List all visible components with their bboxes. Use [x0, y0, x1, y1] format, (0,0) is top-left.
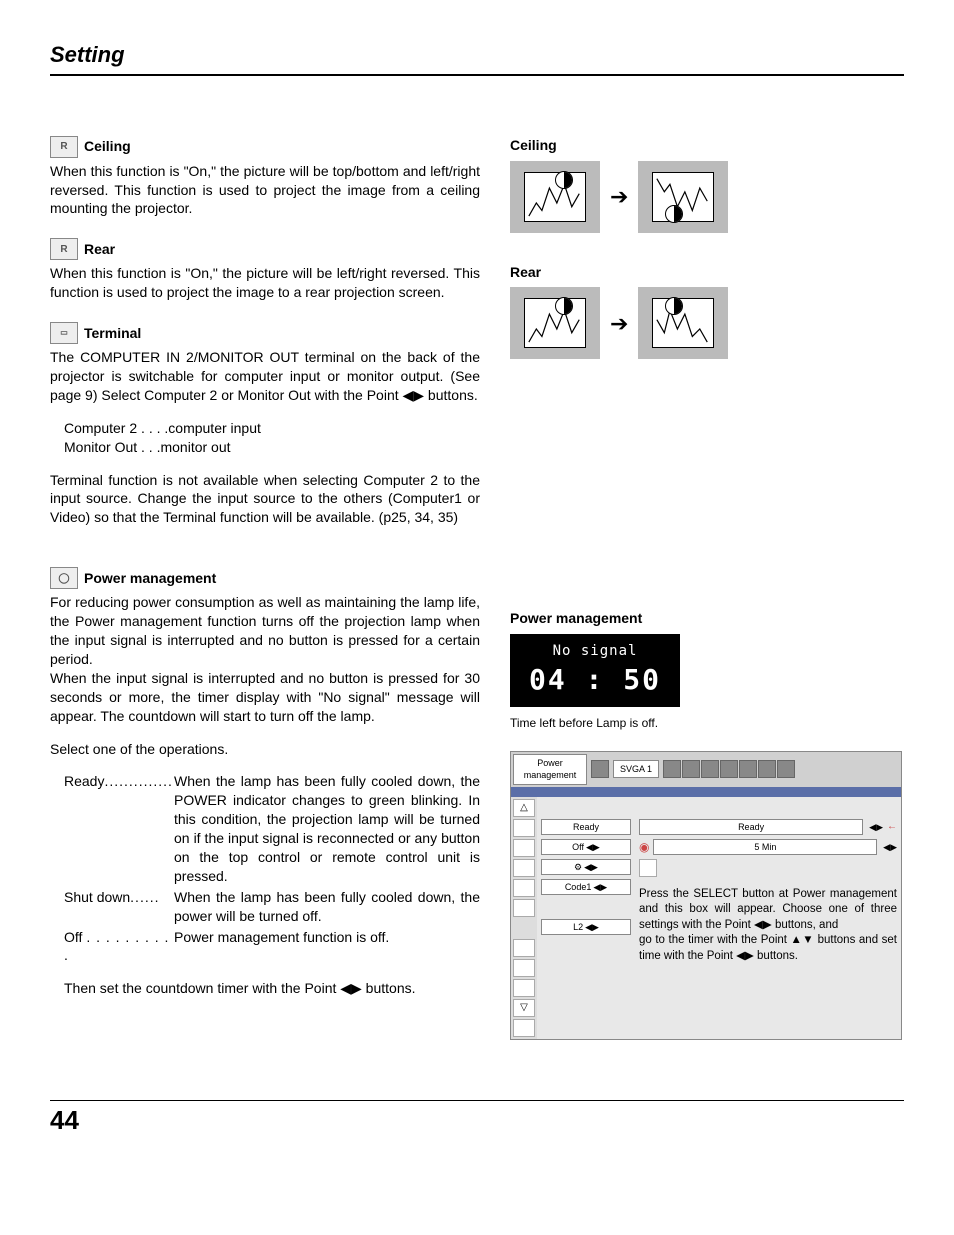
ceiling-diagram-title: Ceiling	[510, 136, 900, 155]
right-column: Ceiling ➔ Rear ➔ Power m	[510, 136, 900, 1040]
ceiling-icon: R	[50, 136, 78, 158]
osd-popup-ready: Ready	[639, 819, 863, 835]
terminal-body-1: The COMPUTER IN 2/MONITOR OUT terminal o…	[50, 348, 480, 405]
rear-section: R Rear When this function is "On," the p…	[50, 238, 480, 302]
page-number: 44	[50, 1100, 904, 1138]
osd-item-ready: Ready	[541, 819, 631, 835]
osd-header-label: Power management	[513, 754, 587, 784]
rear-icon: R	[50, 238, 78, 260]
content-columns: R Ceiling When this function is "On," th…	[50, 136, 904, 1040]
ceiling-diagram: ➔	[510, 161, 900, 233]
osd-item-off: Off◀▶	[541, 839, 631, 855]
no-signal-box: No signal 04 : 50	[510, 634, 680, 707]
osd-mode-label: SVGA 1	[613, 760, 659, 778]
osd-menu: Power management SVGA 1 △ ▽	[510, 751, 902, 1039]
pm-title: Power management	[84, 569, 216, 588]
terminal-title: Terminal	[84, 324, 141, 343]
page-title: Setting	[50, 40, 904, 76]
osd-item-l2: L2◀▶	[541, 919, 631, 935]
terminal-row-monitorout: Monitor Out . . .monitor out	[64, 438, 480, 457]
terminal-body-2: Terminal function is not available when …	[50, 471, 480, 528]
terminal-row-computer2: Computer 2 . . . .computer input	[64, 419, 480, 438]
osd-sidebar: △ ▽	[511, 797, 537, 1039]
rear-diagram-title: Rear	[510, 263, 900, 282]
pm-select: Select one of the operations.	[50, 740, 480, 759]
ceiling-body: When this function is "On," the picture …	[50, 162, 480, 219]
osd-popup-min: 5 Min	[653, 839, 877, 855]
pm-body-1: For reducing power consumption as well a…	[50, 593, 480, 669]
pm-then: Then set the countdown timer with the Po…	[64, 979, 480, 998]
osd-note-1: Press the SELECT button at Power managem…	[639, 888, 897, 931]
osd-header-icon	[591, 760, 609, 778]
bulb-icon: ◯	[50, 567, 78, 589]
rear-title: Rear	[84, 240, 115, 259]
arrow-right-icon: ➔	[610, 182, 628, 212]
ceiling-title: Ceiling	[84, 137, 131, 156]
timer-text: 04 : 50	[510, 661, 680, 699]
arrow-right-icon: ➔	[610, 309, 628, 339]
terminal-section: ▭ Terminal The COMPUTER IN 2/MONITOR OUT…	[50, 322, 480, 527]
pm-off-row: Off . . . . . . . . . . Power management…	[64, 928, 480, 966]
pm-shutdown-row: Shut down...... When the lamp has been f…	[64, 888, 480, 926]
osd-tab-icons	[663, 760, 795, 778]
up-arrow-icon: △	[513, 799, 535, 817]
osd-item-code1: Code1◀▶	[541, 879, 631, 895]
pm-body-2: When the input signal is interrupted and…	[50, 669, 480, 726]
timer-caption: Time left before Lamp is off.	[510, 715, 900, 731]
rear-diagram: ➔	[510, 287, 900, 359]
left-column: R Ceiling When this function is "On," th…	[50, 136, 480, 1040]
osd-header: Power management SVGA 1	[511, 752, 901, 786]
pm-section: ◯ Power management For reducing power co…	[50, 567, 480, 998]
terminal-icon: ▭	[50, 322, 78, 344]
no-signal-text: No signal	[510, 642, 680, 661]
pm-ready-row: Ready.............. When the lamp has be…	[64, 772, 480, 885]
osd-item-fan: ⚙◀▶	[541, 859, 631, 875]
osd-note-2: go to the timer with the Point ▲▼ button…	[639, 934, 897, 962]
rear-body: When this function is "On," the picture …	[50, 264, 480, 302]
ceiling-section: R Ceiling When this function is "On," th…	[50, 136, 480, 219]
down-arrow-icon: ▽	[513, 999, 535, 1017]
pm-diagram-title: Power management	[510, 609, 900, 628]
